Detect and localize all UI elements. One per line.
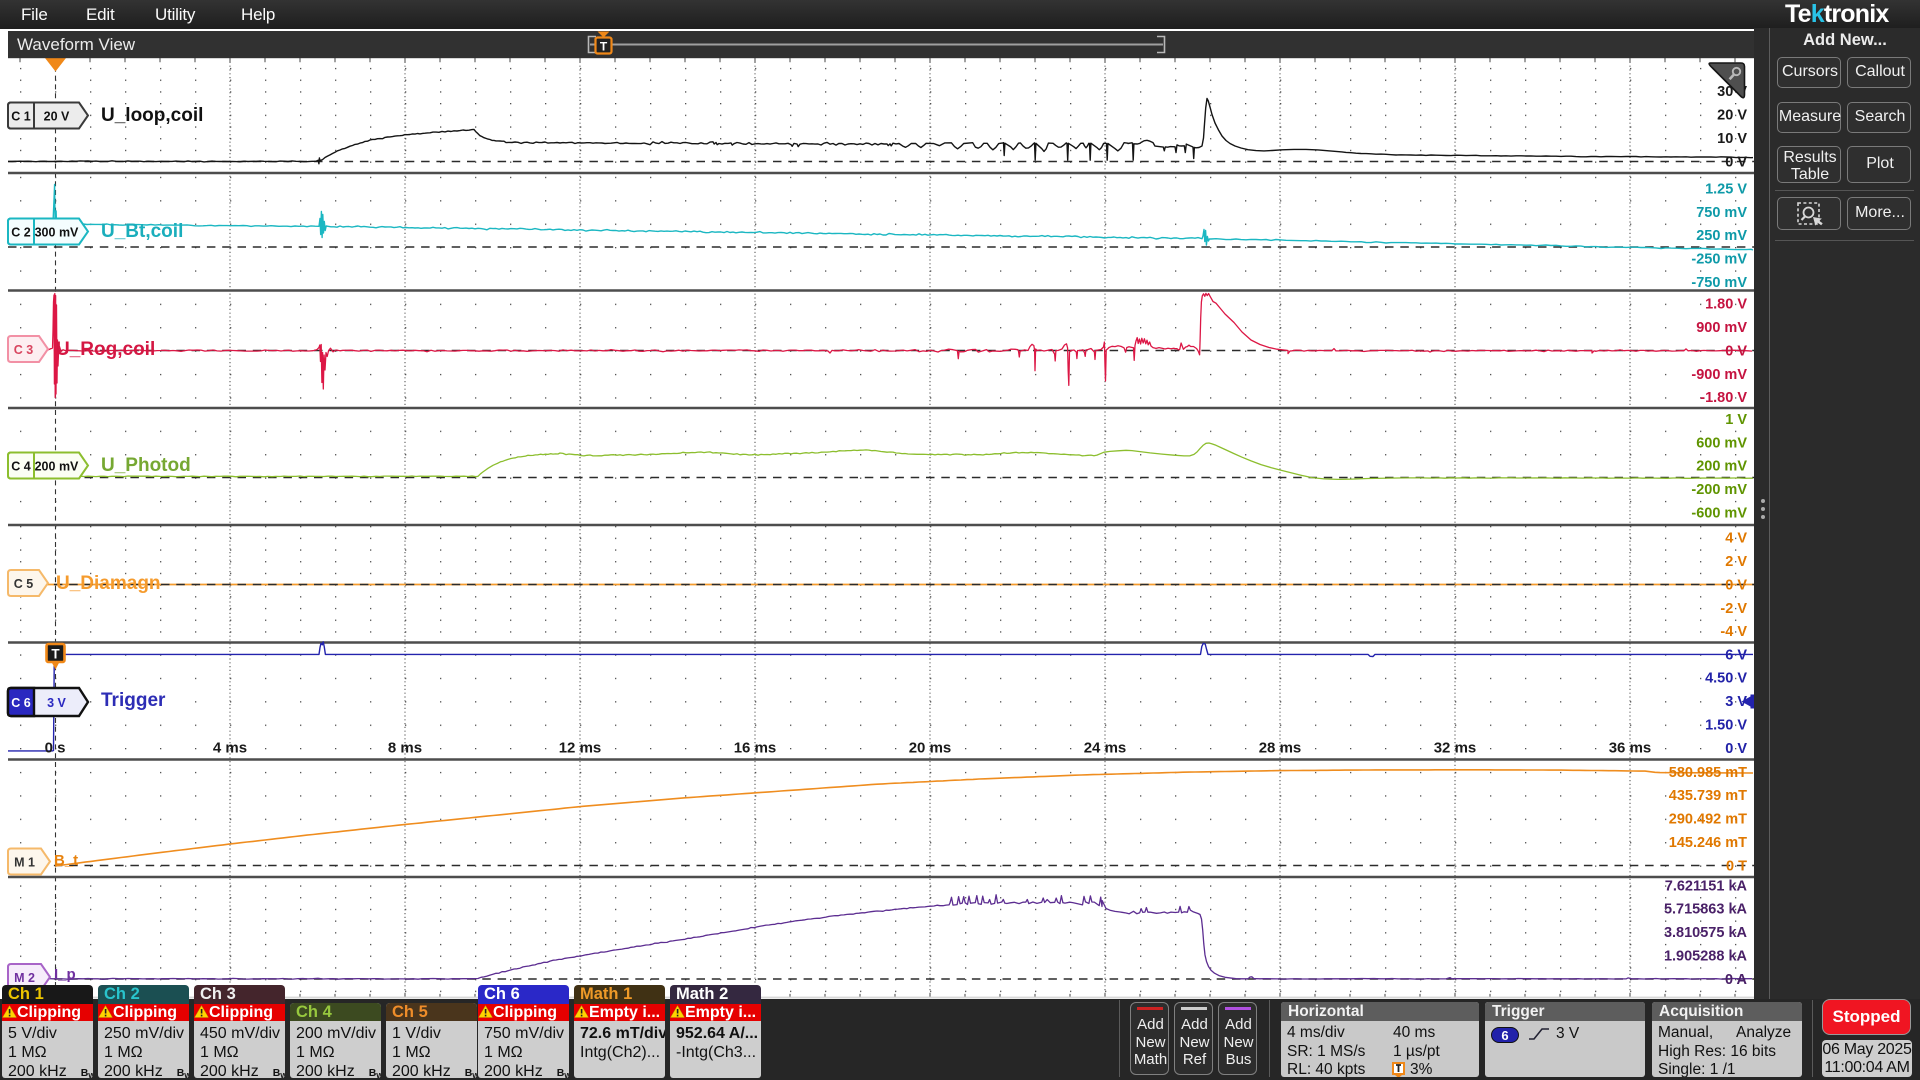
svg-text:C 1: C 1 — [11, 110, 31, 124]
svg-text:300 mV: 300 mV — [35, 226, 79, 240]
svg-text:C 4: C 4 — [11, 460, 31, 474]
svg-text:20 V: 20 V — [44, 110, 70, 124]
svg-text:200 mV: 200 mV — [35, 460, 79, 474]
svg-text:M 1: M 1 — [14, 856, 35, 870]
svg-text:T: T — [600, 40, 608, 54]
svg-text:C 6: C 6 — [11, 696, 31, 710]
svg-text:C 5: C 5 — [14, 577, 34, 591]
svg-text:C 3: C 3 — [14, 343, 34, 357]
svg-text:M 2: M 2 — [14, 971, 35, 985]
svg-text:3 V: 3 V — [47, 696, 66, 710]
svg-text:C 2: C 2 — [11, 226, 31, 240]
